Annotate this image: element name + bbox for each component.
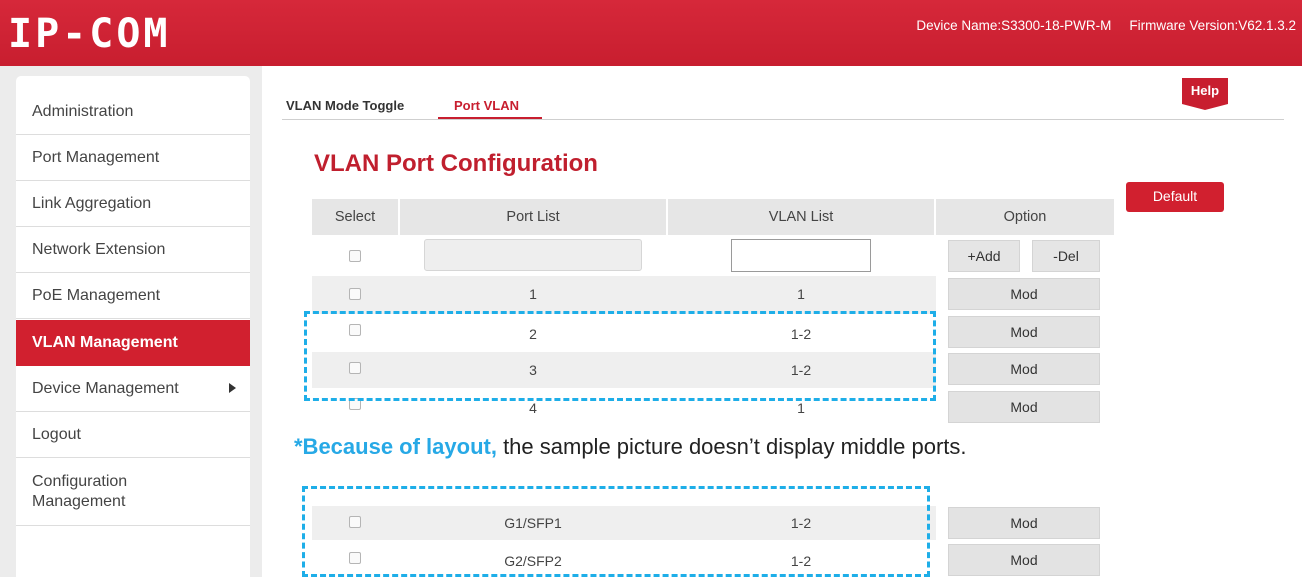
- sidebar-item-label: Logout: [32, 425, 81, 443]
- sidebar-item-logout[interactable]: Logout: [16, 412, 250, 458]
- sidebar-item-device-management[interactable]: Device Management: [16, 366, 250, 412]
- mod-button[interactable]: Mod: [948, 507, 1100, 539]
- column-header-option: Option: [936, 199, 1114, 235]
- column-header-port-list: Port List: [400, 199, 666, 235]
- vlan-list-input[interactable]: [731, 239, 871, 272]
- sidebar-item-configuration-management[interactable]: Configuration Management: [16, 458, 250, 526]
- add-row-checkbox[interactable]: [349, 250, 361, 262]
- column-header-select: Select: [312, 199, 398, 235]
- port-cell: 1: [529, 286, 537, 302]
- svg-text:IP-COM: IP-COM: [8, 12, 171, 54]
- add-button[interactable]: +Add: [948, 240, 1020, 272]
- tabs-divider: [282, 119, 1284, 120]
- tab-vlan-mode-toggle[interactable]: VLAN Mode Toggle: [286, 98, 404, 113]
- vlan-cell: 1: [797, 400, 805, 416]
- port-list-input[interactable]: [424, 239, 642, 271]
- sidebar-item-label: VLAN Management: [32, 333, 178, 351]
- column-header-vlan-list: VLAN List: [668, 199, 934, 235]
- highlight-box-bottom: [302, 486, 930, 577]
- sidebar-nav: Administration Port Management Link Aggr…: [16, 76, 250, 577]
- sidebar-item-label: Link Aggregation: [32, 194, 152, 212]
- layout-note: *Because of layout, the sample picture d…: [294, 434, 967, 460]
- sidebar-item-label: Configuration Management: [32, 472, 128, 510]
- help-label: Help: [1190, 83, 1220, 98]
- sidebar-item-label: Administration: [32, 102, 134, 120]
- sidebar-item-label: Port Management: [32, 148, 160, 166]
- sidebar-item-administration[interactable]: Administration: [16, 89, 250, 135]
- firmware-version-label: Firmware Version:V62.1.3.2: [1129, 18, 1296, 33]
- sidebar-item-vlan-management[interactable]: VLAN Management: [16, 320, 250, 366]
- note-emphasis: *Because of layout,: [294, 434, 497, 459]
- mod-button[interactable]: Mod: [948, 353, 1100, 385]
- device-info: Device Name:S3300-18-PWR-M Firmware Versi…: [916, 18, 1296, 33]
- mod-button[interactable]: Mod: [948, 391, 1100, 423]
- vlan-cell: 1: [797, 286, 805, 302]
- mod-button[interactable]: Mod: [948, 544, 1100, 576]
- sidebar-item-poe-management[interactable]: PoE Management: [16, 273, 250, 319]
- row-checkbox[interactable]: [349, 288, 361, 300]
- top-header: IP-COM Device Name:S3300-18-PWR-M Firmwar…: [0, 0, 1302, 66]
- default-button[interactable]: Default: [1126, 182, 1224, 212]
- submenu-arrow-icon: [229, 383, 236, 393]
- sidebar-item-link-aggregation[interactable]: Link Aggregation: [16, 181, 250, 227]
- port-cell: 4: [529, 400, 537, 416]
- sidebar-item-label: PoE Management: [32, 286, 161, 304]
- sidebar-item-network-extension[interactable]: Network Extension: [16, 227, 250, 273]
- tab-port-vlan[interactable]: Port VLAN: [454, 98, 519, 113]
- highlight-box-top: [304, 311, 936, 401]
- mod-button[interactable]: Mod: [948, 278, 1100, 310]
- ip-com-logo: IP-COM: [8, 12, 238, 54]
- sidebar-item-port-management[interactable]: Port Management: [16, 135, 250, 181]
- device-name-label: Device Name:S3300-18-PWR-M: [916, 18, 1112, 33]
- sidebar-item-label: Device Management: [32, 379, 179, 397]
- page-title: VLAN Port Configuration: [314, 150, 598, 177]
- note-text: the sample picture doesn’t display middl…: [496, 434, 967, 459]
- help-button[interactable]: Help: [1182, 78, 1228, 110]
- sidebar-item-label: Network Extension: [32, 240, 166, 258]
- mod-button[interactable]: Mod: [948, 316, 1100, 348]
- delete-button[interactable]: -Del: [1032, 240, 1100, 272]
